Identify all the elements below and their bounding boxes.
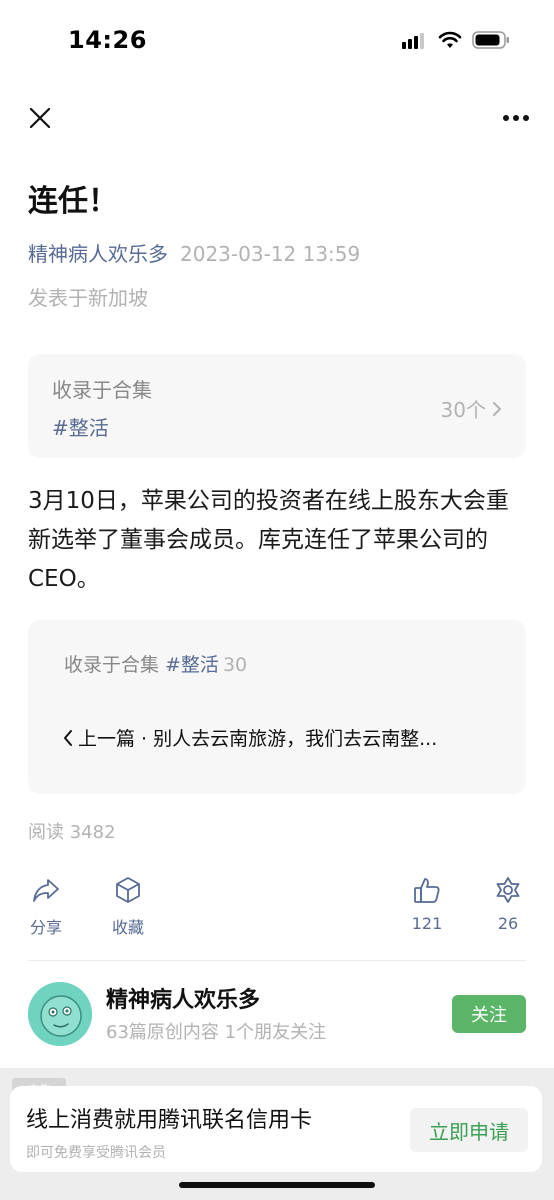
collection-count-text: 30个 (440, 398, 486, 422)
author-card[interactable]: 精神病人欢乐多 63篇原创内容 1个朋友关注 关注 (28, 982, 526, 1046)
ad-title: 线上消费就用腾讯联名信用卡 (26, 1108, 313, 1133)
share-label: 分享 (29, 918, 62, 937)
battery-icon (472, 30, 510, 54)
publish-date: 2023-03-12 13:59 (180, 242, 361, 266)
wow-star-icon (490, 872, 526, 908)
like-button[interactable]: 121 (409, 872, 445, 933)
share-button[interactable]: 分享 (28, 872, 64, 938)
series-label: 收录于合集 (64, 654, 160, 676)
status-time: 14:26 (68, 26, 147, 54)
series-tag[interactable]: #整活 (165, 654, 219, 676)
series-card: 收录于合集 #整活 30 上一篇 · 别人去云南旅游，我们去云南整... (28, 620, 526, 794)
collect-label: 收藏 (111, 918, 144, 937)
share-icon (28, 872, 64, 908)
previous-article-title: 上一篇 · 别人去云南旅游，我们去云南整... (78, 728, 438, 750)
nav-bar (0, 88, 554, 142)
collection-tag[interactable]: #整活 (52, 412, 109, 441)
collection-count: 30个 (441, 394, 502, 423)
ad-subtitle: 即可免费享受腾讯会员 (26, 1145, 166, 1161)
article-title: 连任！ (28, 184, 118, 219)
status-icons (402, 30, 510, 54)
section-divider (28, 960, 526, 961)
wow-button[interactable]: 26 (490, 872, 526, 933)
thumbs-up-icon (409, 872, 445, 908)
publish-location: 发表于新加坡 (28, 286, 148, 310)
follow-button[interactable]: 关注 (452, 995, 526, 1033)
chevron-right-icon (493, 401, 501, 416)
close-icon (29, 107, 51, 129)
collection-card[interactable]: 收录于合集 #整活 30个 (28, 354, 526, 458)
author-name: 精神病人欢乐多 (106, 988, 261, 1013)
like-count: 121 (411, 914, 443, 933)
wow-count: 26 (497, 914, 519, 933)
wifi-icon (438, 31, 462, 53)
home-indicator[interactable] (179, 1182, 375, 1188)
close-button[interactable] (22, 100, 58, 136)
author-link[interactable]: 精神病人欢乐多 (28, 242, 168, 266)
cube-icon (110, 872, 146, 908)
ad-card[interactable]: 线上消费就用腾讯联名信用卡 即可免费享受腾讯会员 立即申请 (10, 1086, 542, 1172)
previous-article-link[interactable]: 上一篇 · 别人去云南旅游，我们去云南整... (62, 724, 502, 751)
series-count: 30 (222, 654, 248, 676)
cellular-signal-icon (402, 31, 428, 53)
more-button[interactable] (496, 100, 536, 136)
status-bar: 14:26 (0, 0, 554, 80)
chevron-left-icon (64, 729, 72, 746)
author-avatar[interactable] (28, 982, 92, 1046)
collection-label: 收录于合集 (52, 378, 152, 402)
series-header: 收录于合集 #整活 30 (64, 650, 247, 677)
ad-apply-button[interactable]: 立即申请 (410, 1108, 528, 1152)
article-meta: 精神病人欢乐多 2023-03-12 13:59 (28, 238, 360, 267)
more-dots-icon (503, 115, 529, 121)
collect-button[interactable]: 收藏 (110, 872, 146, 938)
article-body: 3月10日，苹果公司的投资者在线上股东大会重新选举了董事会成员。库克连任了苹果公… (28, 488, 509, 592)
read-count: 阅读 3482 (28, 822, 116, 843)
author-stats: 63篇原创内容 1个朋友关注 (106, 1022, 327, 1043)
ad-area: 广告 线上消费就用腾讯联名信用卡 即可免费享受腾讯会员 立即申请 (0, 1068, 554, 1200)
